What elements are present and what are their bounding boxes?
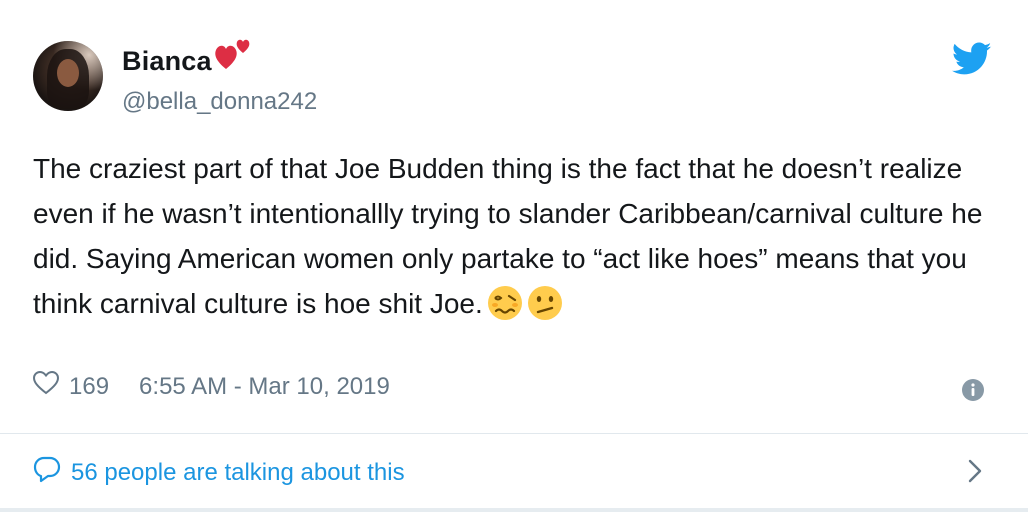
card-bottom-border	[0, 508, 1028, 512]
avatar[interactable]	[33, 41, 103, 111]
like-count[interactable]: 169	[69, 373, 109, 401]
twitter-bird-icon[interactable]	[951, 42, 992, 81]
tweet-meta-row: 169 6:55 AM - Mar 10, 2019	[32, 370, 390, 402]
talking-about-text[interactable]: 56 people are talking about this	[71, 459, 405, 487]
author-handle[interactable]: @bella_donna242	[122, 88, 317, 116]
woozy-face-emoji-icon	[487, 285, 523, 334]
divider	[0, 433, 1028, 434]
tweet-timestamp[interactable]: 6:55 AM - Mar 10, 2019	[139, 373, 390, 401]
comment-bubble-icon	[33, 455, 61, 490]
display-name[interactable]: Bianca	[122, 46, 212, 77]
conversation-link[interactable]: 56 people are talking about this	[33, 455, 405, 490]
confused-face-emoji-icon	[527, 285, 563, 334]
tweet-text: The craziest part of that Joe Budden thi…	[33, 146, 1003, 334]
author-name-row[interactable]: Bianca	[122, 39, 254, 77]
tweet-embed-card[interactable]: Bianca @bella_donna242 The craziest part…	[0, 0, 1028, 512]
two-hearts-emoji-icon	[214, 35, 254, 76]
info-icon[interactable]	[961, 378, 985, 407]
heart-outline-icon[interactable]	[32, 370, 60, 402]
chevron-right-icon[interactable]	[966, 458, 984, 489]
